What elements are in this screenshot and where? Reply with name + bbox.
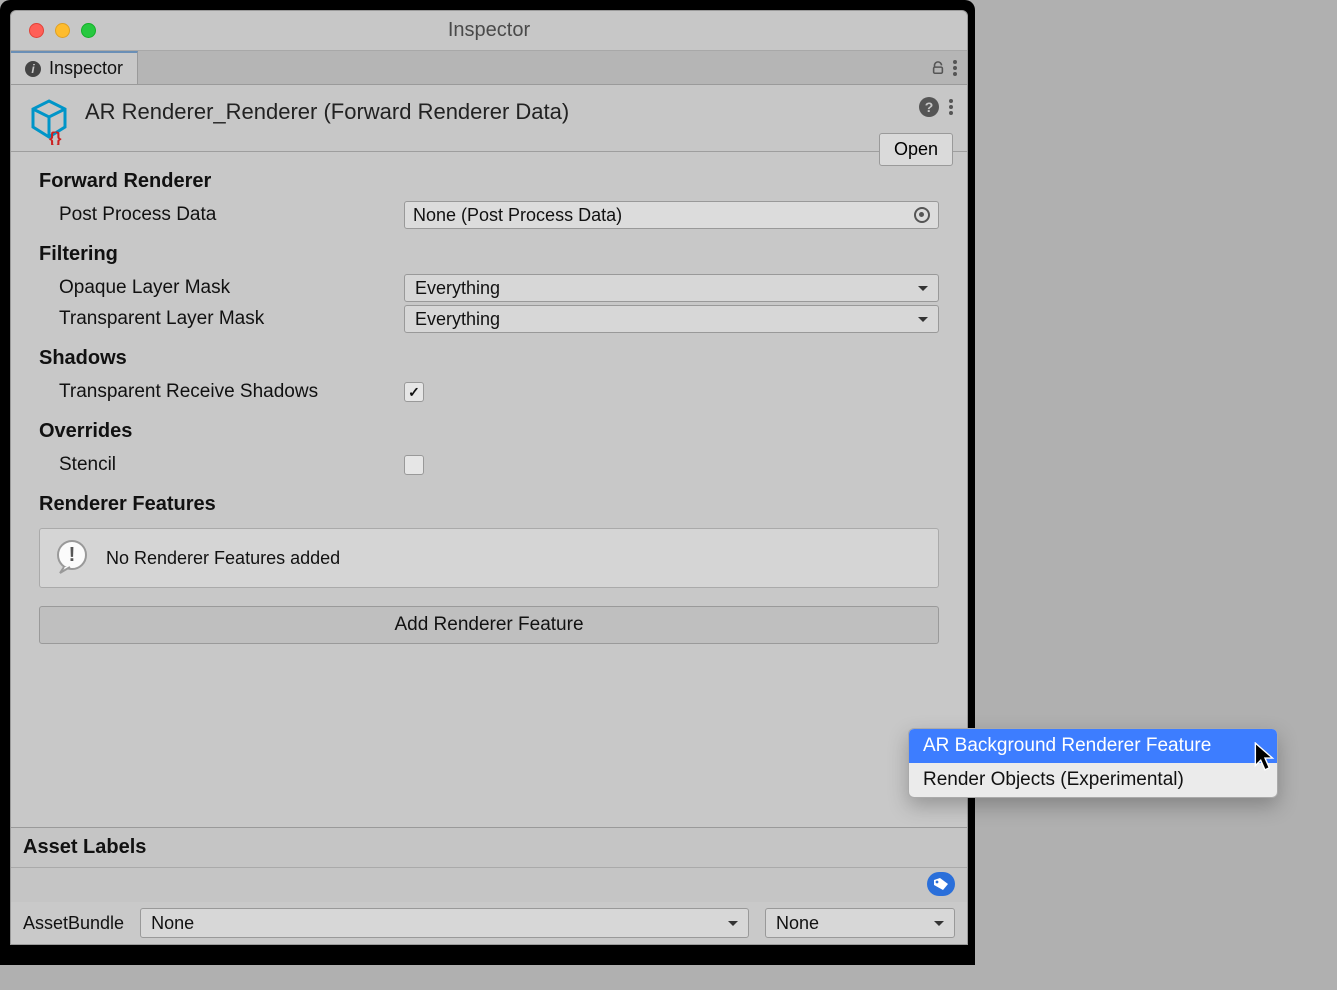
tab-inspector[interactable]: i Inspector <box>11 51 138 84</box>
tag-icon[interactable] <box>927 872 955 896</box>
label-transparent-shadows: Transparent Receive Shadows <box>59 381 404 403</box>
maximize-window-button[interactable] <box>81 23 96 38</box>
window-controls <box>29 23 96 38</box>
help-icon[interactable]: ? <box>919 97 939 117</box>
chevron-down-icon <box>918 286 928 296</box>
tab-bar: i Inspector <box>11 51 967 85</box>
titlebar: Inspector <box>11 11 967 51</box>
label-transparent-mask: Transparent Layer Mask <box>59 308 404 330</box>
open-button[interactable]: Open <box>879 133 953 166</box>
section-filtering: Filtering <box>39 243 939 266</box>
dropdown-asset-bundle-variant[interactable]: None <box>765 908 955 938</box>
label-opaque-mask: Opaque Layer Mask <box>59 277 404 299</box>
svg-text:!: ! <box>69 544 76 566</box>
section-shadows: Shadows <box>39 347 939 370</box>
info-bubble-icon: ! <box>54 539 92 577</box>
chevron-down-icon <box>728 921 738 931</box>
window-title: Inspector <box>11 19 967 42</box>
tabbar-right-icons <box>921 51 967 84</box>
asset-bundle-variant-value: None <box>776 913 819 934</box>
section-forward-renderer: Forward Renderer <box>39 170 939 193</box>
object-picker-icon[interactable] <box>914 207 930 223</box>
popup-item-ar-background[interactable]: AR Background Renderer Feature <box>909 729 1277 763</box>
row-transparent-mask: Transparent Layer Mask Everything <box>39 305 939 333</box>
minimize-window-button[interactable] <box>55 23 70 38</box>
tab-label: Inspector <box>49 58 123 79</box>
renderer-features-empty-box: ! No Renderer Features added <box>39 528 939 588</box>
lock-icon[interactable] <box>931 61 945 75</box>
inspector-body: Forward Renderer Post Process Data None … <box>11 152 967 827</box>
svg-text:{}: {} <box>49 130 61 145</box>
label-post-process-data: Post Process Data <box>59 204 404 226</box>
asset-bundle-label: AssetBundle <box>23 913 124 934</box>
checkbox-stencil[interactable] <box>404 455 424 475</box>
asset-labels-heading: Asset Labels <box>11 828 967 868</box>
asset-type-icon: {} <box>25 97 73 145</box>
close-window-button[interactable] <box>29 23 44 38</box>
inspector-window: Inspector i Inspector {} AR Renderer_Ren… <box>10 10 968 945</box>
dropdown-opaque-mask[interactable]: Everything <box>404 274 939 302</box>
section-overrides: Overrides <box>39 420 939 443</box>
dropdown-transparent-mask[interactable]: Everything <box>404 305 939 333</box>
section-renderer-features: Renderer Features <box>39 493 939 516</box>
chevron-down-icon <box>918 317 928 327</box>
tab-menu-icon[interactable] <box>953 60 957 76</box>
chevron-down-icon <box>934 921 944 931</box>
value-transparent-mask: Everything <box>415 309 500 330</box>
asset-title: AR Renderer_Renderer (Forward Renderer D… <box>85 97 569 145</box>
dropdown-asset-bundle-name[interactable]: None <box>140 908 749 938</box>
asset-menu-icon[interactable] <box>949 99 953 115</box>
add-renderer-feature-button[interactable]: Add Renderer Feature <box>39 606 939 644</box>
label-stencil: Stencil <box>59 454 404 476</box>
value-opaque-mask: Everything <box>415 278 500 299</box>
row-opaque-mask: Opaque Layer Mask Everything <box>39 274 939 302</box>
popup-item-render-objects[interactable]: Render Objects (Experimental) <box>909 763 1277 797</box>
field-post-process-data[interactable]: None (Post Process Data) <box>404 201 939 229</box>
info-icon: i <box>25 61 41 77</box>
row-post-process-data: Post Process Data None (Post Process Dat… <box>39 201 939 229</box>
asset-bundle-value: None <box>151 913 194 934</box>
add-feature-popup: AR Background Renderer Feature Render Ob… <box>908 728 1278 798</box>
asset-labels-row <box>11 868 967 902</box>
value-post-process-data: None (Post Process Data) <box>413 205 622 226</box>
bottom-panel: Asset Labels AssetBundle None None <box>11 827 967 944</box>
asset-bundle-row: AssetBundle None None <box>11 902 967 944</box>
row-transparent-shadows: Transparent Receive Shadows <box>39 378 939 406</box>
asset-header: {} AR Renderer_Renderer (Forward Rendere… <box>11 85 967 152</box>
row-stencil: Stencil <box>39 451 939 479</box>
renderer-features-empty-text: No Renderer Features added <box>106 548 340 569</box>
checkbox-transparent-shadows[interactable] <box>404 382 424 402</box>
